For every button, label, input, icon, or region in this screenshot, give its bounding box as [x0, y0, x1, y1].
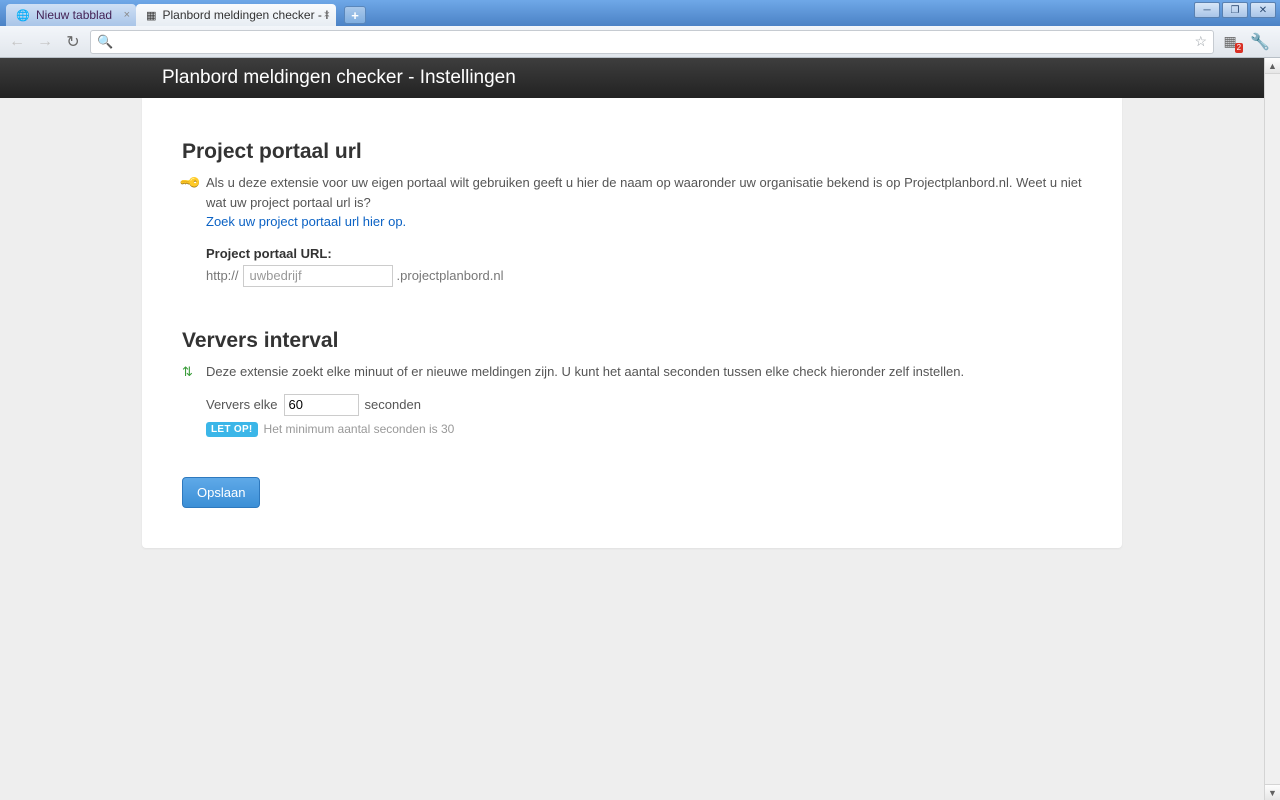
url-suffix: .projectplanbord.nl — [397, 268, 504, 283]
section-description: Deze extensie zoekt elke minuut of er ni… — [206, 362, 964, 382]
section-description: Als u deze extensie voor uw eigen portaa… — [206, 173, 1082, 232]
scroll-down-button[interactable]: ▼ — [1265, 784, 1280, 800]
page-header: Planbord meldingen checker - Instellinge… — [0, 58, 1264, 98]
address-bar[interactable]: 🔍 ☆ — [90, 30, 1214, 54]
tab-title: Planbord meldingen checker - I — [162, 8, 328, 22]
url-prefix: http:// — [206, 268, 239, 283]
bookmark-icon[interactable]: ☆ — [1195, 33, 1208, 50]
close-icon[interactable]: × — [324, 9, 330, 21]
scroll-up-button[interactable]: ▲ — [1265, 58, 1280, 74]
maximize-button[interactable]: ❐ — [1222, 2, 1248, 18]
new-tab-button[interactable]: + — [344, 6, 366, 24]
page-title: Planbord meldingen checker - Instellinge… — [142, 67, 1122, 89]
url-input[interactable] — [119, 34, 1188, 49]
browser-tabstrip: 🌐 Nieuw tabblad × ▦ Planbord meldingen c… — [0, 0, 1280, 26]
save-button[interactable]: Opslaan — [182, 477, 260, 508]
settings-wrench-icon[interactable]: 🔧 — [1246, 32, 1274, 52]
interval-input[interactable] — [284, 394, 359, 416]
section-heading: Project portaal url — [182, 138, 1082, 165]
vertical-scrollbar[interactable]: ▲ ▼ — [1264, 58, 1280, 800]
browser-toolbar: ← → ↻ 🔍 ☆ ▦2 🔧 — [0, 26, 1280, 58]
hint-text: Het minimum aantal seconden is 30 — [264, 422, 455, 436]
section-project-url: Project portaal url 🔑 Als u deze extensi… — [182, 138, 1082, 287]
browser-tab-inactive[interactable]: 🌐 Nieuw tabblad × — [6, 4, 136, 26]
lookup-url-link[interactable]: Zoek uw project portaal url hier op. — [206, 214, 406, 229]
refresh-suffix: seconden — [365, 397, 421, 412]
extension-icon: ▦ — [146, 8, 156, 22]
section-heading: Ververs interval — [182, 327, 1082, 354]
refresh-icon: ⇅ — [182, 362, 198, 382]
extension-badge: 2 — [1235, 43, 1243, 53]
field-label: Project portaal URL: — [206, 246, 1082, 261]
search-icon: 🔍 — [97, 34, 113, 50]
close-window-button[interactable]: ✕ — [1250, 2, 1276, 18]
browser-tab-active[interactable]: ▦ Planbord meldingen checker - I × — [136, 4, 336, 26]
extension-button[interactable]: ▦2 — [1220, 33, 1240, 51]
key-icon: 🔑 — [182, 173, 198, 232]
window-controls: ─ ❐ ✕ — [1194, 2, 1276, 18]
page-viewport: Planbord meldingen checker - Instellinge… — [0, 58, 1264, 800]
forward-button[interactable]: → — [34, 31, 56, 53]
settings-card: Project portaal url 🔑 Als u deze extensi… — [142, 98, 1122, 548]
attention-badge: LET OP! — [206, 422, 258, 437]
minimize-button[interactable]: ─ — [1194, 2, 1220, 18]
tab-title: Nieuw tabblad — [36, 8, 112, 22]
back-button[interactable]: ← — [6, 31, 28, 53]
refresh-prefix: Ververs elke — [206, 397, 278, 412]
company-input[interactable] — [243, 265, 393, 287]
reload-button[interactable]: ↻ — [62, 31, 84, 53]
close-icon[interactable]: × — [124, 9, 130, 21]
section-refresh-interval: Ververs interval ⇅ Deze extensie zoekt e… — [182, 327, 1082, 437]
globe-icon: 🌐 — [16, 8, 30, 22]
